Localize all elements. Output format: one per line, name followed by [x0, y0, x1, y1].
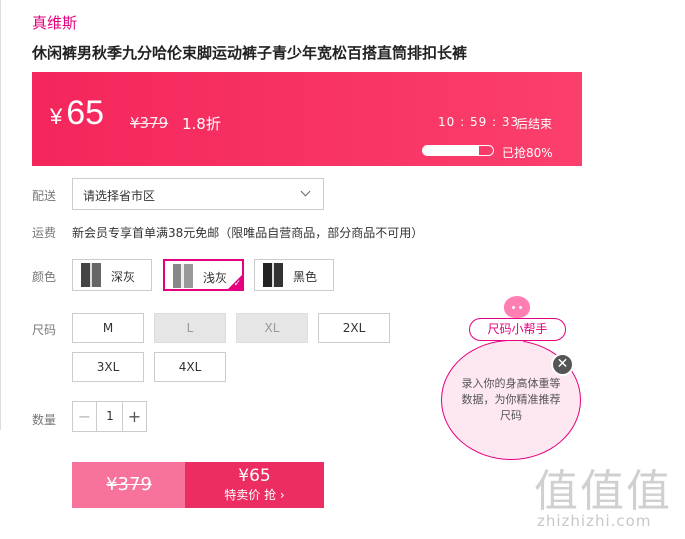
sale-price: ¥65: [50, 94, 104, 133]
color-thumbnail: [173, 264, 193, 288]
increase-button[interactable]: +: [122, 402, 146, 431]
brand-name[interactable]: 真维斯: [32, 12, 77, 33]
buy-original-price: ¥379: [106, 474, 152, 495]
shipping-info: 新会员专享首单满38元免邮（限唯品自营商品，部分商品不可用）: [72, 226, 424, 240]
close-icon[interactable]: ✕: [551, 353, 574, 376]
sold-progress-fill: [423, 146, 479, 155]
buy-now-button[interactable]: ¥65 特卖价 抢 ›: [185, 462, 324, 508]
region-select[interactable]: 请选择省市区: [72, 178, 324, 210]
sold-percentage: 已抢80%: [502, 146, 553, 160]
sale-price-value: 65: [66, 94, 105, 132]
size-option-4xl[interactable]: 4XL: [154, 352, 226, 382]
color-thumbnail: [263, 263, 283, 287]
color-thumbnail: [81, 263, 101, 287]
size-option-2xl[interactable]: 2XL: [318, 313, 390, 343]
region-select-value: 请选择省市区: [83, 189, 156, 203]
mascot-icon: [504, 296, 530, 318]
countdown-suffix: 后结束: [516, 117, 553, 131]
decrease-button[interactable]: −: [73, 402, 97, 431]
color-option-label: 深灰: [111, 270, 136, 284]
page-left-border: [0, 0, 1, 430]
size-option-l: L: [154, 313, 226, 343]
chevron-down-icon: [300, 186, 311, 197]
size-option-xl: XL: [236, 313, 308, 343]
quantity-label: 数量: [32, 413, 57, 427]
countdown-timer: 10 : 59 : 33: [438, 115, 520, 129]
size-option-3xl[interactable]: 3XL: [72, 352, 144, 382]
color-option-dark-gray[interactable]: 深灰: [72, 259, 152, 291]
shipping-label: 运费: [32, 226, 57, 240]
product-title: 休闲裤男秋季九分哈伦束脚运动裤子青少年宽松百搭直筒排扣长裤: [32, 44, 468, 62]
buy-action-label: 特卖价 抢 ›: [224, 488, 285, 502]
quantity-stepper: − 1 +: [72, 401, 147, 432]
discount-rate: 1.8折: [182, 115, 221, 133]
watermark-url: zhizhizhi.com: [537, 512, 652, 530]
size-option-m[interactable]: M: [72, 313, 144, 343]
original-price: ¥379: [130, 114, 169, 132]
check-icon: ✓: [233, 279, 241, 289]
size-helper-title[interactable]: 尺码小帮手: [469, 318, 566, 341]
color-label: 颜色: [32, 270, 57, 284]
size-label: 尺码: [32, 323, 57, 337]
color-option-label: 浅灰: [203, 271, 228, 285]
original-price-button[interactable]: ¥379: [72, 462, 186, 508]
currency-symbol: ¥: [50, 104, 63, 129]
buy-price: ¥65: [238, 466, 271, 486]
color-option-label: 黑色: [293, 270, 318, 284]
quantity-input[interactable]: 1: [97, 402, 123, 431]
delivery-label: 配送: [32, 189, 57, 203]
color-option-black[interactable]: 黑色: [254, 259, 334, 291]
price-banner: ¥65 ¥379 1.8折 10 : 59 : 33 后结束 已抢80%: [32, 72, 582, 166]
sold-progress-bar: [422, 145, 494, 156]
size-helper-text: 录入你的身高体重等数据，为你精准推荐尺码: [461, 377, 561, 422]
color-option-light-gray[interactable]: 浅灰 ✓: [163, 259, 244, 291]
watermark-logo: 值值值: [534, 466, 672, 517]
